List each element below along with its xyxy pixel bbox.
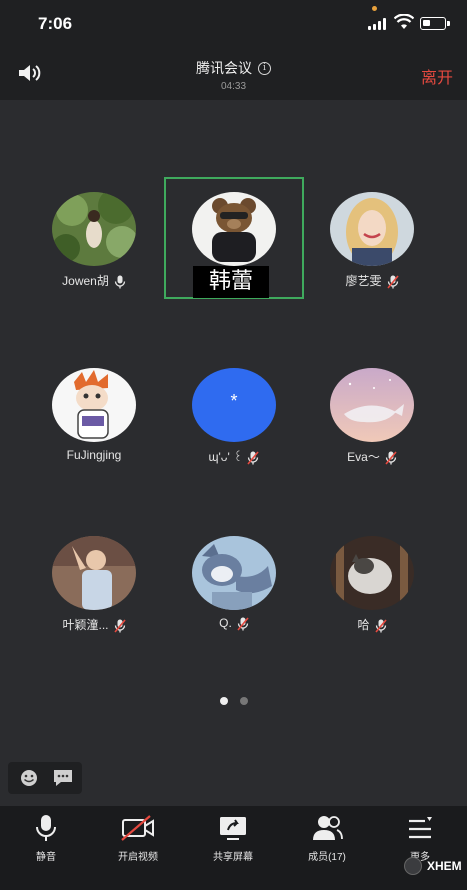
page-dot-active[interactable] — [219, 697, 228, 705]
microphone-muted-icon — [237, 617, 249, 631]
microphone-muted-icon — [385, 451, 397, 465]
share-screen-label: 共享屏幕 — [213, 852, 253, 863]
participant-tile[interactable]: 哈 — [302, 524, 442, 644]
participant-tile[interactable]: 叶颖潼... — [24, 524, 164, 644]
microphone-muted-icon — [374, 619, 387, 633]
participant-name: Jowen胡 — [62, 274, 109, 288]
video-off-icon — [121, 815, 154, 841]
microphone-icon — [36, 815, 56, 841]
share-screen-icon — [220, 817, 246, 840]
participant-tile[interactable]: * ɰ'ᴗ' ꒰ — [164, 356, 304, 476]
meeting-header: 腾讯会议 i 04:33 离开 — [0, 46, 467, 100]
active-speaker-caption: 韩蕾 — [193, 266, 269, 298]
info-icon[interactable]: i — [258, 61, 271, 75]
mute-button[interactable]: 静音 — [6, 814, 86, 874]
watermark-text: XHEM — [427, 859, 462, 873]
microphone-icon — [114, 275, 125, 289]
emoji-icon[interactable] — [18, 768, 40, 788]
avatar-initial: * — [230, 391, 238, 411]
watermark: XHEM — [404, 856, 462, 876]
avatar — [330, 368, 414, 442]
meeting-title-text: 腾讯会议 — [196, 60, 252, 76]
status-time: 7:06 — [38, 14, 73, 33]
start-video-button[interactable]: 开启视频 — [98, 814, 178, 874]
participant-tile[interactable]: Eva～ — [302, 356, 442, 476]
avatar — [52, 368, 136, 442]
participant-name-row: Jowen胡 — [24, 272, 164, 289]
avatar — [52, 536, 136, 610]
members-label: 成员(17) — [308, 852, 346, 863]
participant-tile[interactable]: Q. — [164, 524, 304, 644]
microphone-muted-icon — [247, 451, 260, 465]
participant-name: 廖艺雯 — [345, 274, 382, 288]
battery-icon — [420, 17, 450, 30]
participant-name-row: FuJingjing — [24, 448, 164, 462]
participant-tile[interactable]: Jowen胡 — [24, 180, 164, 300]
more-menu-icon — [409, 817, 432, 839]
leave-button[interactable]: 离开 — [421, 64, 453, 88]
page-dot[interactable] — [239, 697, 248, 705]
avatar — [330, 536, 414, 610]
members-button[interactable]: 成员(17) — [287, 814, 367, 874]
participant-name-row: 哈 — [302, 616, 442, 633]
avatar: * — [192, 368, 276, 442]
members-icon — [313, 816, 343, 840]
bottom-toolbar: 静音 开启视频 共享屏幕 成员(17) 更多 — [0, 806, 467, 890]
mute-label: 静音 — [36, 852, 56, 863]
start-video-label: 开启视频 — [118, 852, 158, 863]
participant-name-row: Eva～ — [302, 448, 442, 465]
watermark-logo-icon — [404, 857, 422, 875]
participant-name-row: Q. — [164, 616, 304, 631]
participant-name-row: 廖艺雯 — [302, 272, 442, 289]
participant-name: Q. — [219, 616, 232, 630]
avatar — [330, 192, 414, 266]
participant-name: ɰ'ᴗ' ꒰ — [208, 450, 243, 464]
participant-name: Eva～ — [347, 450, 380, 464]
avatar — [52, 192, 136, 266]
participant-tile[interactable]: 廖艺雯 — [302, 180, 442, 300]
page-indicator — [0, 692, 467, 710]
microphone-muted-icon — [386, 275, 399, 289]
participant-name: 叶颖潼... — [62, 618, 109, 632]
share-screen-button[interactable]: 共享屏幕 — [193, 814, 273, 874]
participant-name: 哈 — [357, 618, 370, 632]
microphone-muted-icon — [113, 619, 126, 633]
avatar — [192, 536, 276, 610]
participant-name: FuJingjing — [66, 448, 122, 462]
participant-name-row: ɰ'ᴗ' ꒰ — [164, 448, 304, 465]
wifi-icon — [394, 14, 414, 29]
chat-icon[interactable] — [52, 768, 74, 788]
participant-tile[interactable]: FuJingjing — [24, 356, 164, 476]
meeting-title[interactable]: 腾讯会议 i — [0, 58, 467, 78]
participant-name-row: 叶颖潼... — [24, 616, 164, 633]
recording-indicator-icon — [372, 6, 377, 11]
meeting-timer: 04:33 — [220, 81, 247, 92]
cellular-signal-icon — [368, 18, 388, 30]
quick-actions-bar — [8, 762, 82, 794]
status-bar: 7:06 — [0, 0, 467, 46]
